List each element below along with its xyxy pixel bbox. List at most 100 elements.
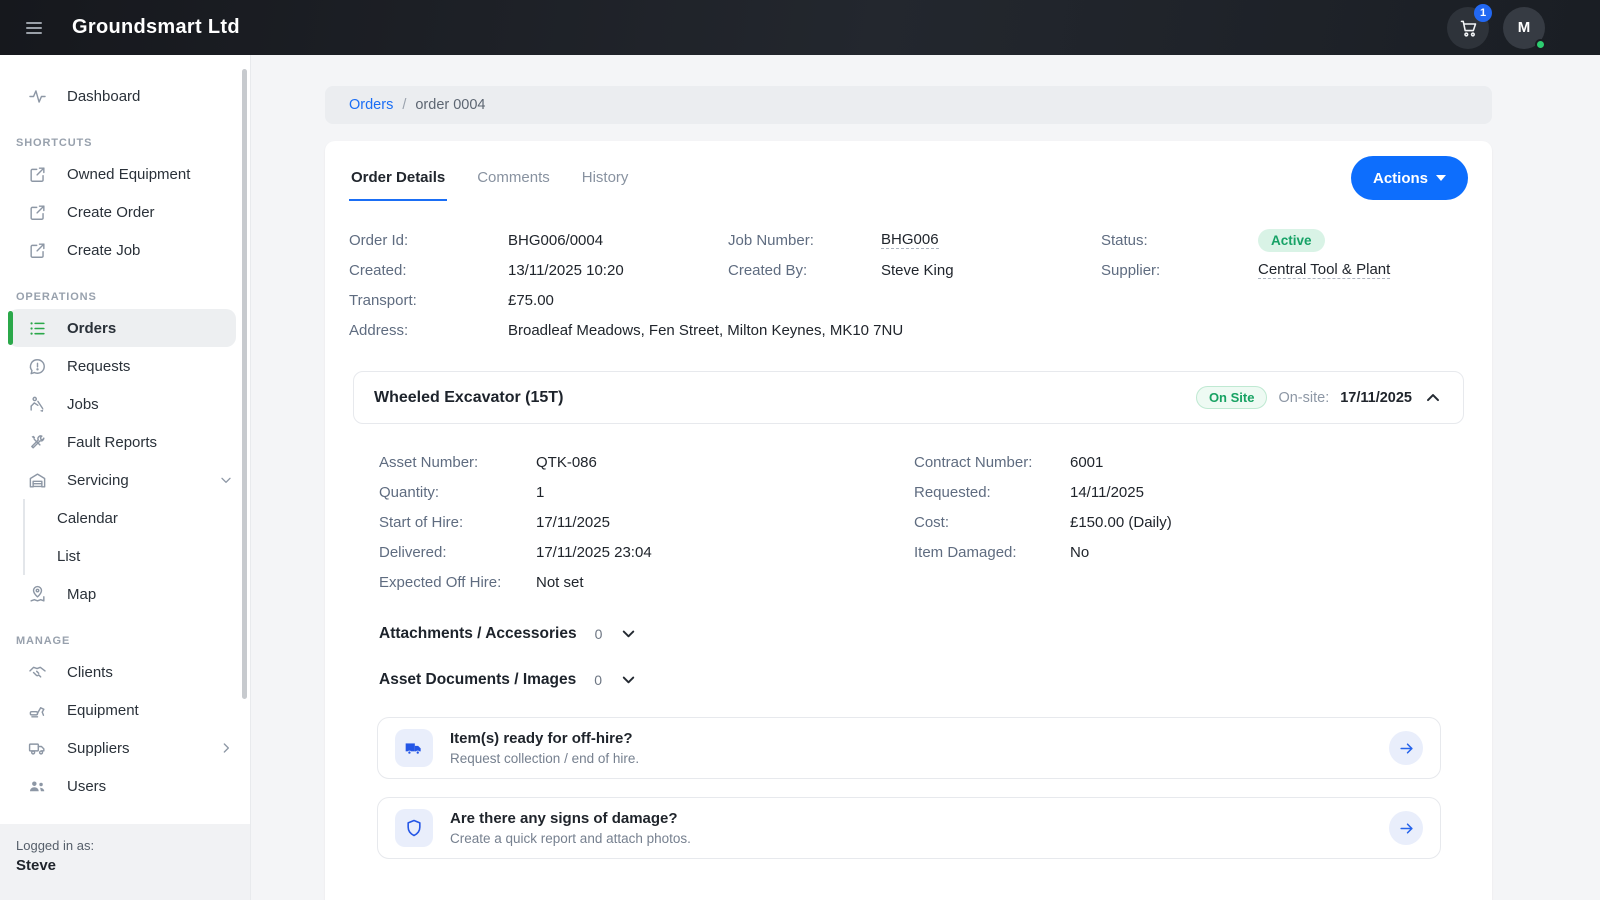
attachments-section-toggle[interactable]: Attachments / Accessories 0 <box>349 624 1468 643</box>
sidebar-item-users[interactable]: Users <box>0 767 250 805</box>
breadcrumb-separator: / <box>402 97 406 113</box>
sidebar-item-orders[interactable]: Orders <box>8 309 236 347</box>
item-damaged-label: Item Damaged: <box>914 544 1070 561</box>
sidebar-item-servicing[interactable]: Servicing <box>0 461 250 499</box>
sidebar-item-label: Clients <box>67 664 113 681</box>
sidebar-item-label: Users <box>67 778 106 795</box>
logged-in-user: Steve <box>16 857 234 874</box>
tab-comments[interactable]: Comments <box>475 155 552 201</box>
chevron-up-icon <box>1423 388 1443 408</box>
delivered-value: 17/11/2025 23:04 <box>536 544 652 561</box>
cart-button[interactable]: 1 <box>1447 7 1489 49</box>
actions-button[interactable]: Actions <box>1351 156 1468 200</box>
external-link-icon <box>28 241 47 260</box>
chevron-down-icon <box>619 624 638 643</box>
documents-title: Asset Documents / Images <box>379 671 576 689</box>
documents-count: 0 <box>594 672 602 688</box>
activity-icon <box>28 87 47 106</box>
sidebar-item-dashboard[interactable]: Dashboard <box>0 77 250 115</box>
address-label: Address: <box>349 322 508 339</box>
sidebar: Dashboard SHORTCUTS Owned Equipment Crea… <box>0 55 250 900</box>
sidebar-item-calendar[interactable]: Calendar <box>25 499 250 537</box>
sidebar-section-manage: MANAGE <box>0 635 250 647</box>
actions-button-label: Actions <box>1373 170 1428 187</box>
arrow-right-button[interactable] <box>1389 811 1423 845</box>
off-hire-card[interactable]: Item(s) ready for off-hire? Request coll… <box>377 717 1441 779</box>
requested-value: 14/11/2025 <box>1070 484 1144 501</box>
quantity-value: 1 <box>536 484 544 501</box>
attachments-title: Attachments / Accessories <box>379 625 577 643</box>
sidebar-item-owned-equipment[interactable]: Owned Equipment <box>0 155 250 193</box>
sidebar-item-label: Orders <box>67 320 116 337</box>
sidebar-item-label: Requests <box>67 358 130 375</box>
sidebar-section-operations: OPERATIONS <box>0 291 250 303</box>
comment-alert-icon <box>28 357 47 376</box>
garage-icon <box>28 471 47 490</box>
sidebar-section-shortcuts: SHORTCUTS <box>0 137 250 149</box>
sidebar-item-map[interactable]: Map <box>0 575 250 613</box>
off-hire-title: Item(s) ready for off-hire? <box>450 730 639 747</box>
contract-number-value: 6001 <box>1070 454 1103 471</box>
sidebar-item-jobs[interactable]: Jobs <box>0 385 250 423</box>
sidebar-item-create-order[interactable]: Create Order <box>0 193 250 231</box>
sidebar-item-label: Map <box>67 586 96 603</box>
sidebar-item-suppliers[interactable]: Suppliers <box>0 729 250 767</box>
sidebar-item-create-job[interactable]: Create Job <box>0 231 250 269</box>
order-id-value: BHG006/0004 <box>508 232 603 249</box>
sidebar-item-label: Create Job <box>67 242 140 259</box>
truck-icon <box>395 729 433 767</box>
item-damaged-value: No <box>1070 544 1089 561</box>
caret-down-icon <box>1436 175 1446 181</box>
truck-icon <box>28 739 47 758</box>
tab-order-details[interactable]: Order Details <box>349 155 447 201</box>
tabs-row: Order Details Comments History Actions <box>349 155 1468 201</box>
onsite-badge: On Site <box>1196 386 1268 409</box>
delivered-label: Delivered: <box>379 544 536 561</box>
sidebar-item-list[interactable]: List <box>25 537 250 575</box>
breadcrumb-current: order 0004 <box>415 97 485 113</box>
chevron-down-icon <box>619 670 638 689</box>
tab-history[interactable]: History <box>580 155 631 201</box>
asset-title: Wheeled Excavator (15T) <box>374 389 563 407</box>
cost-label: Cost: <box>914 514 1070 531</box>
breadcrumb-orders-link[interactable]: Orders <box>349 97 393 113</box>
sidebar-item-label: Jobs <box>67 396 99 413</box>
menu-icon[interactable] <box>26 22 46 34</box>
expected-off-hire-label: Expected Off Hire: <box>379 574 536 591</box>
order-details-grid: Order Id:BHG006/0004 Created:13/11/2025 … <box>349 225 1468 345</box>
sidebar-item-clients[interactable]: Clients <box>0 653 250 691</box>
users-icon <box>28 777 47 796</box>
logged-in-panel: Logged in as: Steve <box>0 824 250 900</box>
sidebar-item-label: List <box>57 548 80 565</box>
expected-off-hire-value: Not set <box>536 574 584 591</box>
asset-details: Asset Number:QTK-086 Quantity:1 Start of… <box>349 424 1468 597</box>
chevron-down-icon <box>218 472 234 488</box>
cart-count-badge: 1 <box>1474 4 1492 22</box>
asset-accordion-header[interactable]: Wheeled Excavator (15T) On Site On-site:… <box>353 371 1464 424</box>
avatar[interactable]: M <box>1503 7 1545 49</box>
sidebar-item-label: Suppliers <box>67 740 130 757</box>
onsite-label: On-site: <box>1278 390 1329 406</box>
order-card: Order Details Comments History Actions O… <box>325 141 1492 900</box>
damage-title: Are there any signs of damage? <box>450 810 691 827</box>
sidebar-item-fault-reports[interactable]: Fault Reports <box>0 423 250 461</box>
sidebar-item-label: Servicing <box>67 472 129 489</box>
created-value: 13/11/2025 10:20 <box>508 262 624 279</box>
job-number-value[interactable]: BHG006 <box>881 231 939 249</box>
shield-icon <box>395 809 433 847</box>
documents-section-toggle[interactable]: Asset Documents / Images 0 <box>349 670 1468 689</box>
created-label: Created: <box>349 262 508 279</box>
sidebar-item-requests[interactable]: Requests <box>0 347 250 385</box>
arrow-right-button[interactable] <box>1389 731 1423 765</box>
damage-subtitle: Create a quick report and attach photos. <box>450 831 691 846</box>
online-status-dot <box>1535 39 1546 50</box>
supplier-value[interactable]: Central Tool & Plant <box>1258 261 1390 279</box>
quantity-label: Quantity: <box>379 484 536 501</box>
top-header: Groundsmart Ltd 1 M <box>0 0 1600 55</box>
sidebar-scrollbar[interactable] <box>242 69 247 699</box>
sidebar-item-label: Dashboard <box>67 88 140 105</box>
chevron-right-icon <box>218 740 234 756</box>
sidebar-item-equipment[interactable]: Equipment <box>0 691 250 729</box>
damage-report-card[interactable]: Are there any signs of damage? Create a … <box>377 797 1441 859</box>
attachments-count: 0 <box>595 626 603 642</box>
